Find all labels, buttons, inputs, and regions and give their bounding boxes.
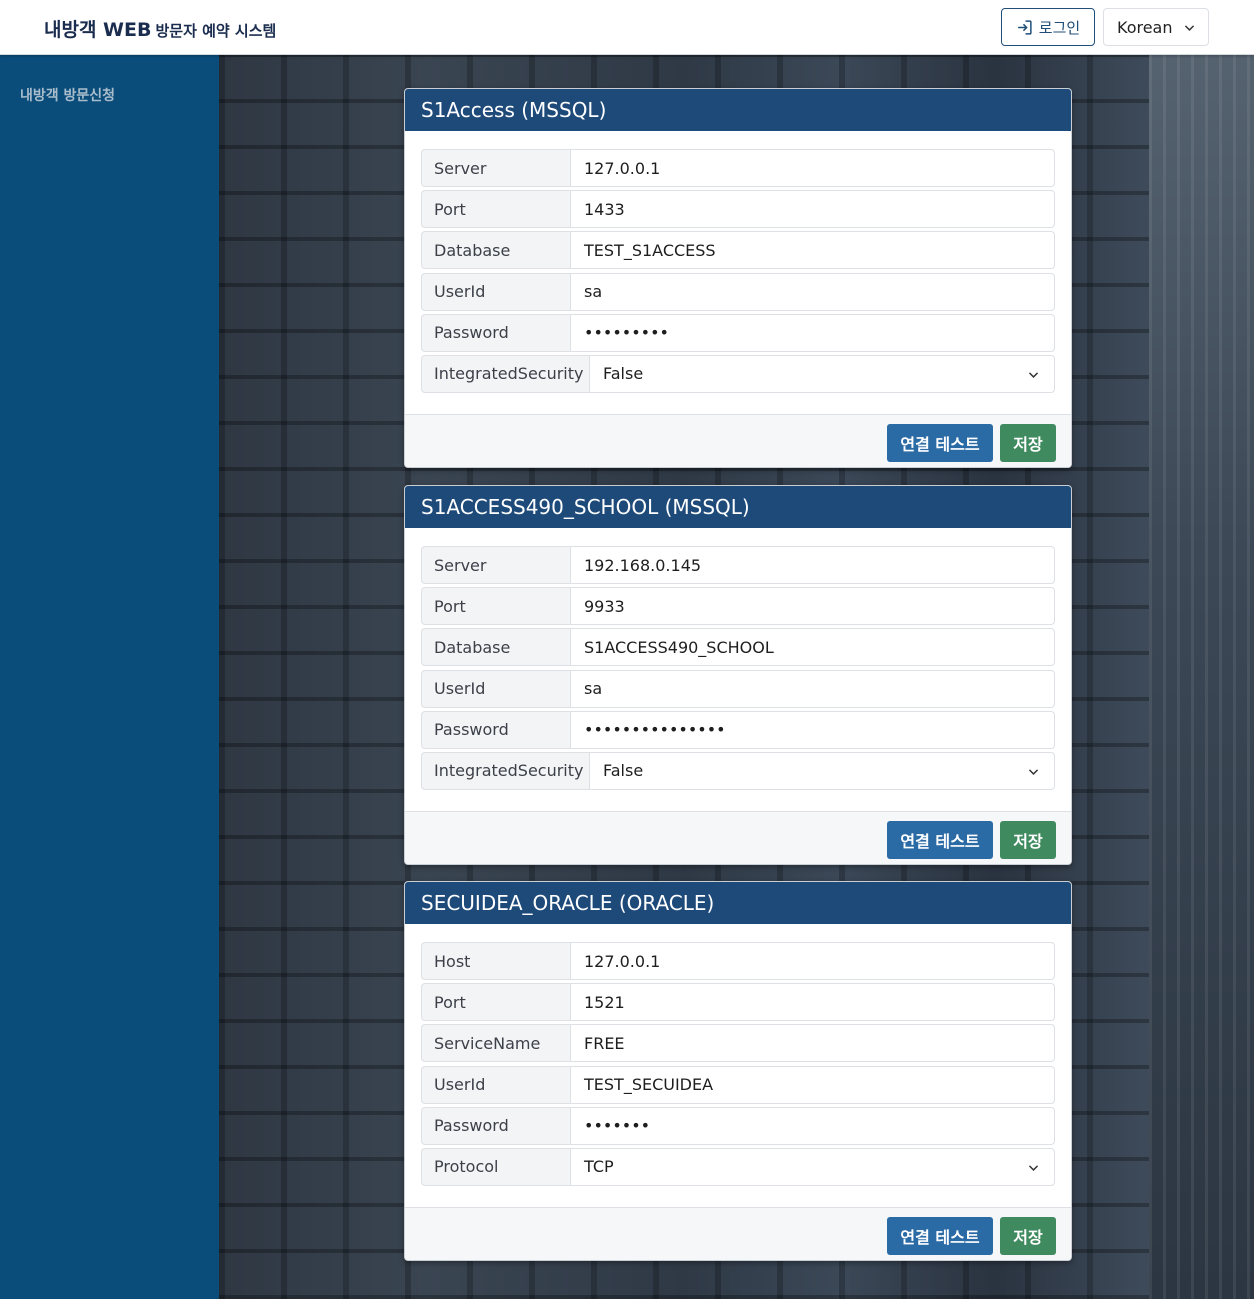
field-row: Database TEST_S1ACCESS (421, 231, 1055, 270)
host-input[interactable]: 127.0.0.1 (570, 942, 1055, 980)
login-label: 로그인 (1038, 18, 1081, 37)
language-value: Korean (1117, 17, 1173, 37)
connection-test-button[interactable]: 연결 테스트 (887, 821, 993, 859)
integrated-security-select[interactable]: False (589, 354, 1055, 393)
field-label: Database (421, 231, 570, 270)
userid-input[interactable]: sa (570, 272, 1055, 311)
field-row: IntegratedSecurity False (421, 354, 1055, 393)
brand-subtitle: 방문자 예약 시스템 (155, 22, 277, 40)
field-label: ServiceName (421, 1024, 570, 1063)
card-title: S1Access (MSSQL) (405, 89, 1071, 131)
save-button[interactable]: 저장 (1000, 424, 1056, 462)
userid-input[interactable]: TEST_SECUIDEA (570, 1065, 1055, 1104)
select-value: TCP (584, 1157, 614, 1177)
connection-test-button[interactable]: 연결 테스트 (887, 424, 993, 462)
select-value: False (603, 364, 644, 384)
port-input[interactable]: 9933 (570, 587, 1055, 626)
field-label: UserId (421, 1065, 570, 1104)
field-row: Database S1ACCESS490_SCHOOL (421, 628, 1055, 667)
field-row: Password ••••••••••••••• (421, 710, 1055, 749)
chevron-down-icon (1184, 25, 1195, 31)
sidebar: 내방객 방문신청 (0, 55, 219, 1299)
field-label: UserId (421, 669, 570, 708)
userid-input[interactable]: sa (570, 669, 1055, 708)
field-row: Password ••••••••• (421, 313, 1055, 352)
service-name-input[interactable]: FREE (570, 1024, 1055, 1063)
save-button[interactable]: 저장 (1000, 821, 1056, 859)
field-label: Protocol (421, 1147, 570, 1186)
chevron-down-icon (1028, 1165, 1039, 1171)
save-button[interactable]: 저장 (1000, 1217, 1056, 1255)
card-footer: 연결 테스트 저장 (405, 414, 1071, 467)
field-row: UserId TEST_SECUIDEA (421, 1065, 1055, 1104)
field-label: Server (421, 149, 570, 187)
server-input[interactable]: 127.0.0.1 (570, 149, 1055, 187)
top-navbar: 내방객 WEB 방문자 예약 시스템 로그인 Korean (0, 0, 1254, 55)
field-row: Server 127.0.0.1 (421, 149, 1055, 187)
language-select[interactable]: Korean (1103, 8, 1209, 46)
select-value: False (603, 761, 644, 781)
field-row: Port 9933 (421, 587, 1055, 626)
field-row: ServiceName FREE (421, 1024, 1055, 1063)
field-label: Database (421, 628, 570, 667)
card-title: SECUIDEA_ORACLE (ORACLE) (405, 882, 1071, 924)
integrated-security-select[interactable]: False (589, 751, 1055, 790)
db-config-card: S1ACCESS490_SCHOOL (MSSQL) Server 192.16… (404, 485, 1072, 865)
field-row: Server 192.168.0.145 (421, 546, 1055, 584)
connection-test-button[interactable]: 연결 테스트 (887, 1217, 993, 1255)
field-row: UserId sa (421, 669, 1055, 708)
password-input[interactable]: ••••••• (570, 1106, 1055, 1145)
port-input[interactable]: 1521 (570, 983, 1055, 1022)
field-label: Password (421, 710, 570, 749)
field-label: Password (421, 313, 570, 352)
card-footer: 연결 테스트 저장 (405, 811, 1071, 864)
database-input[interactable]: S1ACCESS490_SCHOOL (570, 628, 1055, 667)
password-input[interactable]: ••••••••• (570, 313, 1055, 352)
app-brand[interactable]: 내방객 WEB 방문자 예약 시스템 (44, 15, 276, 42)
field-label: Host (421, 942, 570, 980)
card-body: Server 127.0.0.1 Port 1433 Database TEST… (405, 131, 1071, 414)
field-row: IntegratedSecurity False (421, 751, 1055, 790)
field-label: Port (421, 190, 570, 229)
card-body: Server 192.168.0.145 Port 9933 Database … (405, 528, 1071, 811)
field-label: Port (421, 587, 570, 626)
field-row: Password ••••••• (421, 1106, 1055, 1145)
field-row: UserId sa (421, 272, 1055, 311)
field-label: Port (421, 983, 570, 1022)
db-config-card: SECUIDEA_ORACLE (ORACLE) Host 127.0.0.1 … (404, 881, 1072, 1261)
server-input[interactable]: 192.168.0.145 (570, 546, 1055, 584)
port-input[interactable]: 1433 (570, 190, 1055, 229)
field-label: IntegratedSecurity (421, 751, 589, 790)
field-row: Protocol TCP (421, 1147, 1055, 1186)
db-config-card: S1Access (MSSQL) Server 127.0.0.1 Port 1… (404, 88, 1072, 468)
field-row: Port 1521 (421, 983, 1055, 1022)
database-input[interactable]: TEST_S1ACCESS (570, 231, 1055, 270)
field-label: Server (421, 546, 570, 584)
card-body: Host 127.0.0.1 Port 1521 ServiceName FRE… (405, 924, 1071, 1207)
card-title: S1ACCESS490_SCHOOL (MSSQL) (405, 486, 1071, 528)
login-button[interactable]: 로그인 (1001, 8, 1095, 46)
chevron-down-icon (1028, 769, 1039, 775)
field-label: UserId (421, 272, 570, 311)
protocol-select[interactable]: TCP (570, 1147, 1055, 1186)
chevron-down-icon (1028, 372, 1039, 378)
field-label: IntegratedSecurity (421, 354, 589, 393)
field-row: Host 127.0.0.1 (421, 942, 1055, 980)
password-input[interactable]: ••••••••••••••• (570, 710, 1055, 749)
field-label: Password (421, 1106, 570, 1145)
field-row: Port 1433 (421, 190, 1055, 229)
card-footer: 연결 테스트 저장 (405, 1207, 1071, 1260)
brand-title: 내방객 WEB (44, 19, 152, 41)
login-icon (1017, 19, 1032, 35)
sidebar-item-visit-request[interactable]: 내방객 방문신청 (20, 85, 115, 105)
